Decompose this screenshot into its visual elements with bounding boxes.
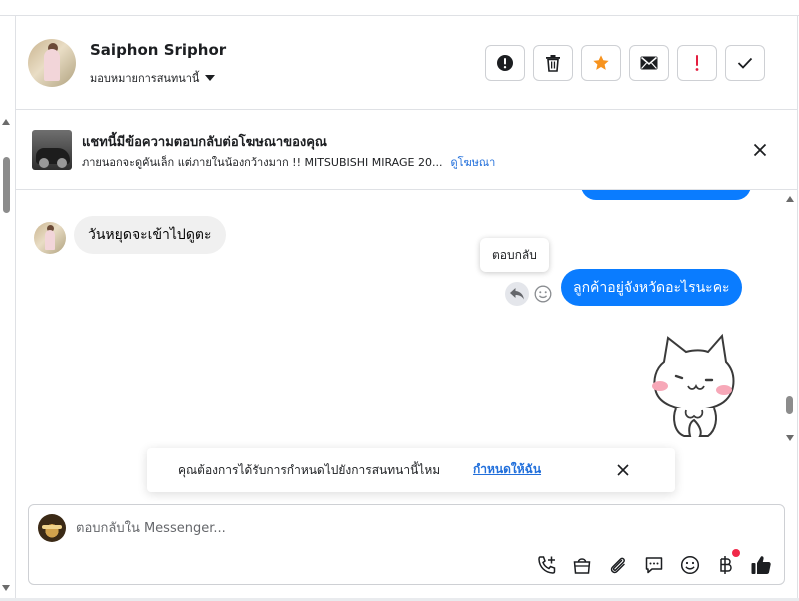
message-thread: วันหยุดจะเข้าไปดูตะ ตอบกลับ ลูกค้าอยู่จั… <box>16 190 797 448</box>
right-border <box>797 15 798 601</box>
close-icon <box>753 143 767 157</box>
shop-button[interactable] <box>569 552 595 578</box>
mark-unread-button[interactable] <box>629 45 669 81</box>
top-divider <box>0 15 799 16</box>
sticker-cheek <box>652 381 668 391</box>
message-composer <box>28 504 785 585</box>
payment-notification-dot <box>732 549 740 557</box>
contact-avatar[interactable] <box>28 39 76 87</box>
emoji-icon <box>680 555 700 575</box>
mark-spam-button[interactable] <box>485 45 525 81</box>
reply-arrow-icon <box>510 288 524 300</box>
outgoing-message-bubble[interactable]: ลูกค้าอยู่จังหวัดอะไรนะคะ <box>561 269 742 306</box>
close-icon <box>617 464 629 476</box>
reply-input[interactable] <box>76 517 676 539</box>
follow-up-button[interactable] <box>677 45 717 81</box>
assign-prompt-toast: คุณต้องการได้รับการกำหนดไปยังการสนทนานี้… <box>147 448 675 492</box>
assign-conversation-dropdown[interactable]: มอบหมายการสนทนานี้ <box>90 69 216 87</box>
shopping-bag-icon <box>573 558 591 574</box>
reply-button[interactable] <box>505 282 529 306</box>
page-avatar <box>38 514 66 542</box>
ad-reply-title: แชทนี้มีข้อความตอบกลับต่อโฆษณาของคุณ <box>82 135 327 150</box>
scroll-up-arrow[interactable] <box>2 119 10 125</box>
assign-prompt-text: คุณต้องการได้รับการกำหนดไปยังการสนทนานี้… <box>178 463 441 477</box>
attach-file-button[interactable] <box>605 552 631 578</box>
caret-down-icon <box>205 75 216 81</box>
baht-icon <box>720 556 732 574</box>
sticker-cheek <box>716 385 732 395</box>
add-call-button[interactable] <box>534 552 560 578</box>
like-button[interactable] <box>748 552 774 578</box>
star-button[interactable] <box>581 45 621 81</box>
mark-done-button[interactable] <box>725 45 765 81</box>
sticker-head <box>653 333 735 412</box>
reply-tooltip: ตอบกลับ <box>480 238 549 272</box>
scrollbar-thumb[interactable] <box>3 157 10 213</box>
outgoing-message-bubble[interactable] <box>581 190 751 200</box>
cat-sticker[interactable] <box>646 332 742 440</box>
thread-scroll-up-arrow[interactable] <box>786 196 794 202</box>
avatar-body <box>44 49 60 81</box>
trash-icon <box>546 55 560 72</box>
exclamation-mark-icon <box>695 55 699 71</box>
assign-to-me-link[interactable]: กำหนดให้ฉัน <box>473 460 541 479</box>
smiley-icon <box>534 285 552 303</box>
delete-button[interactable] <box>533 45 573 81</box>
emoji-button[interactable] <box>677 552 703 578</box>
paperclip-icon <box>610 557 625 574</box>
saved-replies-button[interactable] <box>641 552 667 578</box>
thumbs-up-icon <box>751 556 771 574</box>
assign-label: มอบหมายการสนทนานี้ <box>90 72 200 85</box>
incoming-message-bubble[interactable]: วันหยุดจะเข้าไปดูตะ <box>74 216 226 254</box>
ad-description-row: ภายนอกจะดูคันเล็ก แต่ภายในน้องกว้างมาก !… <box>82 153 495 171</box>
star-icon <box>593 55 609 70</box>
ad-banner-close-button[interactable] <box>748 138 772 162</box>
wheel-shape <box>57 158 67 168</box>
wheel-shape <box>39 158 49 168</box>
exclamation-circle-icon <box>497 55 513 71</box>
checkmark-icon <box>737 57 753 69</box>
header-divider <box>16 109 797 110</box>
contact-name[interactable]: Saiphon Sriphor <box>90 41 226 59</box>
thread-scroll-down-arrow[interactable] <box>786 435 794 441</box>
scroll-down-arrow[interactable] <box>2 585 10 591</box>
thread-scrollbar-thumb[interactable] <box>786 396 793 414</box>
sender-avatar <box>34 222 66 254</box>
saved-reply-icon <box>645 557 663 574</box>
phone-add-icon <box>538 556 556 574</box>
avatar-body <box>45 230 55 250</box>
react-button[interactable] <box>531 282 555 306</box>
conversation-panel: Saiphon Sriphor มอบหมายการสนทนานี้ แชทนี… <box>0 0 799 601</box>
ad-description: ภายนอกจะดูคันเล็ก แต่ภายในน้องกว้างมาก !… <box>82 156 443 169</box>
sticker-paws <box>684 409 704 419</box>
ad-thumbnail[interactable] <box>32 130 72 170</box>
page-avatar-mark <box>42 525 62 529</box>
view-ad-link[interactable]: ดูโฆษณา <box>450 153 495 171</box>
assign-prompt-close-button[interactable] <box>613 460 633 480</box>
envelope-icon <box>640 56 658 70</box>
